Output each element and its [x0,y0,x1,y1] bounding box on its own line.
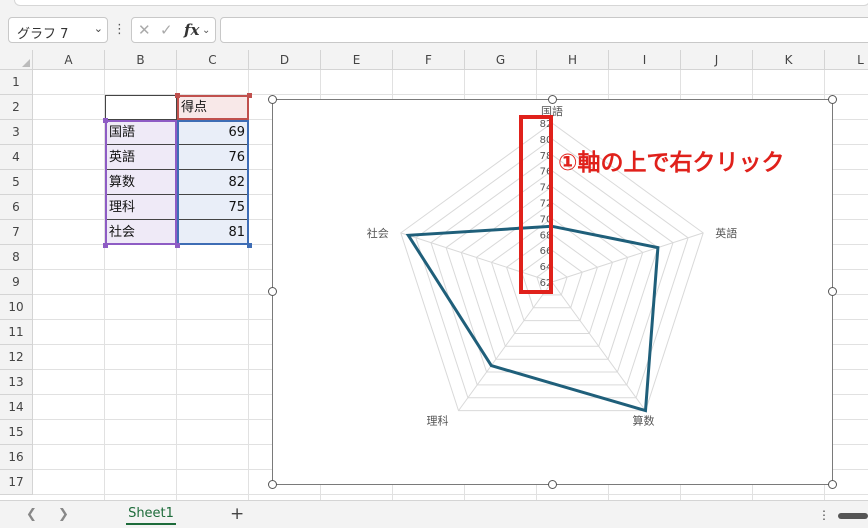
range-handle[interactable] [247,93,252,98]
range-handle[interactable] [175,243,180,248]
chart-resize-handle[interactable] [828,95,837,104]
category-label: 理科 [427,414,449,428]
column-header-D[interactable]: D [249,50,321,70]
chart-resize-handle[interactable] [548,480,557,489]
row-header-8[interactable]: 8 [0,245,33,270]
chevron-down-icon[interactable]: ⌄ [202,25,210,36]
column-header-L[interactable]: L [825,50,868,70]
chart-resize-handle[interactable] [268,480,277,489]
category-label: 社会 [367,226,389,240]
series-name-range [177,95,249,120]
column-header-H[interactable]: H [537,50,609,70]
column-header-A[interactable]: A [33,50,105,70]
row-header-1[interactable]: 1 [0,70,33,95]
chart-resize-handle[interactable] [828,287,837,296]
annotation-text: ①軸の上で右クリック [558,149,784,176]
column-header-B[interactable]: B [105,50,177,70]
category-label: 算数 [632,414,654,428]
prev-sheet-icon[interactable]: ❮ [26,507,37,522]
empty-cell-b2[interactable] [105,95,177,120]
tab-sheet1[interactable]: Sheet1 [116,501,186,528]
name-box[interactable]: グラフ 7 ⌄ [8,17,108,43]
range-handle[interactable] [103,118,108,123]
row-header-10[interactable]: 10 [0,295,33,320]
category-label: 英語 [715,226,737,240]
formula-input[interactable] [220,17,868,43]
chart-resize-handle[interactable] [268,287,277,296]
cancel-icon[interactable]: ✕ [138,21,151,39]
column-header-E[interactable]: E [321,50,393,70]
chart-resize-handle[interactable] [268,95,277,104]
row-header-9[interactable]: 9 [0,270,33,295]
tab-sheet1-label: Sheet1 [128,506,174,521]
column-header-K[interactable]: K [753,50,825,70]
chart-resize-handle[interactable] [828,480,837,489]
column-header-F[interactable]: F [393,50,465,70]
row-header-13[interactable]: 13 [0,370,33,395]
formula-buttons: ✕ ✓ fx ⌄ [131,17,216,43]
row-header-15[interactable]: 15 [0,420,33,445]
row-header-7[interactable]: 7 [0,220,33,245]
chart-resize-handle[interactable] [548,95,557,104]
column-header-G[interactable]: G [465,50,537,70]
row-header-6[interactable]: 6 [0,195,33,220]
column-header-C[interactable]: C [177,50,249,70]
row-header-16[interactable]: 16 [0,445,33,470]
check-icon[interactable]: ✓ [160,21,173,39]
horizontal-scrollbar[interactable] [838,513,868,519]
column-header-J[interactable]: J [681,50,753,70]
row-header-14[interactable]: 14 [0,395,33,420]
range-handle[interactable] [103,243,108,248]
insert-function-icon[interactable]: fx [184,21,199,39]
row-header-5[interactable]: 5 [0,170,33,195]
active-tab-indicator [126,523,176,525]
row-header-11[interactable]: 11 [0,320,33,345]
chevron-down-icon[interactable]: ⌄ [94,22,103,35]
add-sheet-button[interactable]: + [230,504,244,524]
worksheet-grid[interactable]: ABCDEFGHIJKL 1 2 3 4 5 6 7 8 9 10 11 12 13 14 15 16 17 得… [0,50,868,500]
range-handle[interactable] [175,93,180,98]
category-range [105,120,177,245]
row-header-4[interactable]: 4 [0,145,33,170]
row-header-17[interactable]: 17 [0,470,33,495]
next-sheet-icon[interactable]: ❯ [58,507,69,522]
more-options-icon[interactable]: ⋮ [818,508,830,522]
row-header-12[interactable]: 12 [0,345,33,370]
grid-line [33,494,868,495]
formula-bar-area: グラフ 7 ⌄ ⋮ ✕ ✓ fx ⌄ [0,8,868,48]
more-options-icon[interactable]: ⋮ [113,22,126,37]
radar-chart-svg[interactable]: 国語英語算数理科社会6264666870727476788082①軸の上で右クリ… [273,100,834,486]
radar-chart[interactable]: 国語 英語 算数 理科 社会 62 64 66 68 70 72 74 76 78 80 82 ①軸の上で右クリ… [272,99,833,485]
sheet-tab-bar: ❮ ❯ Sheet1 + ⋮ [0,500,868,528]
data-series-line[interactable] [405,224,660,413]
row-header-3[interactable]: 3 [0,120,33,145]
row-header-2[interactable]: 2 [0,95,33,120]
ribbon-edge [0,0,868,8]
column-header-I[interactable]: I [609,50,681,70]
values-range [177,120,249,245]
name-box-value: グラフ 7 [17,27,69,42]
select-all-button[interactable] [0,50,33,70]
range-handle[interactable] [247,243,252,248]
